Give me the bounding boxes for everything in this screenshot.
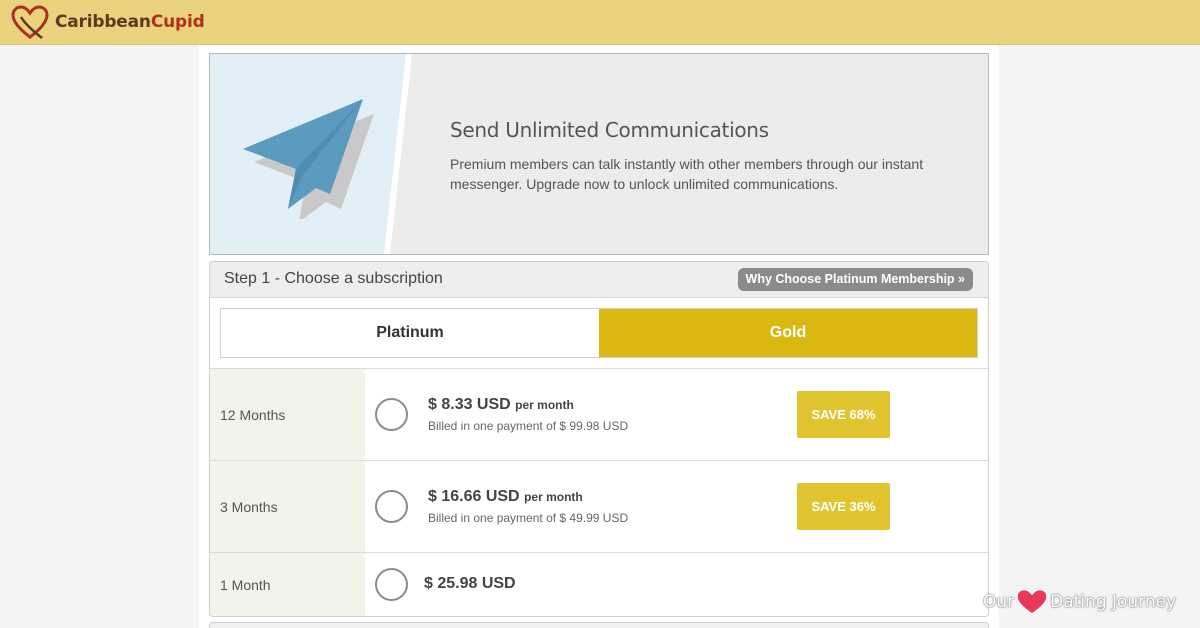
plan-term: 3 Months [210, 461, 365, 552]
banner-description: Premium members can talk instantly with … [450, 156, 924, 192]
plan-price: $ 8.33 USD per month [428, 396, 574, 413]
subscription-panel: Step 1 - Choose a subscription Why Choos… [209, 261, 989, 617]
per-month-label: per month [515, 398, 574, 412]
plan-term: 12 Months [210, 369, 365, 460]
watermark-left: Our [983, 592, 1015, 612]
top-bar: CaribbeanCupid [0, 0, 1200, 45]
heart-logo-icon [11, 5, 49, 39]
watermark-right: Dating Journey [1050, 592, 1177, 612]
feature-banner: Send Unlimited Communications Premium me… [209, 53, 989, 255]
save-badge: SAVE 68% [797, 391, 890, 438]
plan-price: $ 25.98 USD [424, 575, 516, 592]
tab-platinum[interactable]: Platinum [221, 309, 599, 357]
paper-plane-icon [243, 99, 374, 219]
plan-billed-note: Billed in one payment of $ 49.99 USD [428, 511, 629, 525]
plan-billed-note: Billed in one payment of $ 99.98 USD [428, 419, 629, 433]
banner-title: Send Unlimited Communications [450, 118, 769, 142]
tab-gold[interactable]: Gold [599, 309, 977, 357]
plan-radio[interactable] [375, 490, 408, 523]
why-platinum-button[interactable]: Why Choose Platinum Membership » [737, 268, 973, 291]
plan-radio[interactable] [375, 568, 408, 601]
brand-name: CaribbeanCupid [55, 12, 205, 32]
plan-list: 12 Months $ 8.33 USD per month Billed in… [210, 368, 988, 616]
plan-radio[interactable] [375, 398, 408, 431]
heart-icon [1016, 588, 1048, 615]
step-title: Step 1 - Choose a subscription [224, 270, 443, 287]
watermark: Our Dating Journey [983, 588, 1176, 616]
plan-row-12-months[interactable]: 12 Months $ 8.33 USD per month Billed in… [210, 368, 988, 460]
plan-row-1-month[interactable]: 1 Month $ 25.98 USD [210, 552, 988, 616]
brand-logo[interactable]: CaribbeanCupid [10, 4, 205, 40]
plan-row-3-months[interactable]: 3 Months $ 16.66 USD per month Billed in… [210, 460, 988, 552]
membership-tabs: Platinum Gold [220, 308, 978, 358]
per-month-label: per month [524, 490, 583, 504]
panel-header: Step 1 - Choose a subscription Why Choos… [210, 262, 988, 298]
next-step-panel [209, 622, 989, 628]
save-badge: SAVE 36% [797, 483, 890, 530]
plan-term: 1 Month [210, 553, 365, 616]
plan-price: $ 16.66 USD per month [428, 488, 583, 505]
